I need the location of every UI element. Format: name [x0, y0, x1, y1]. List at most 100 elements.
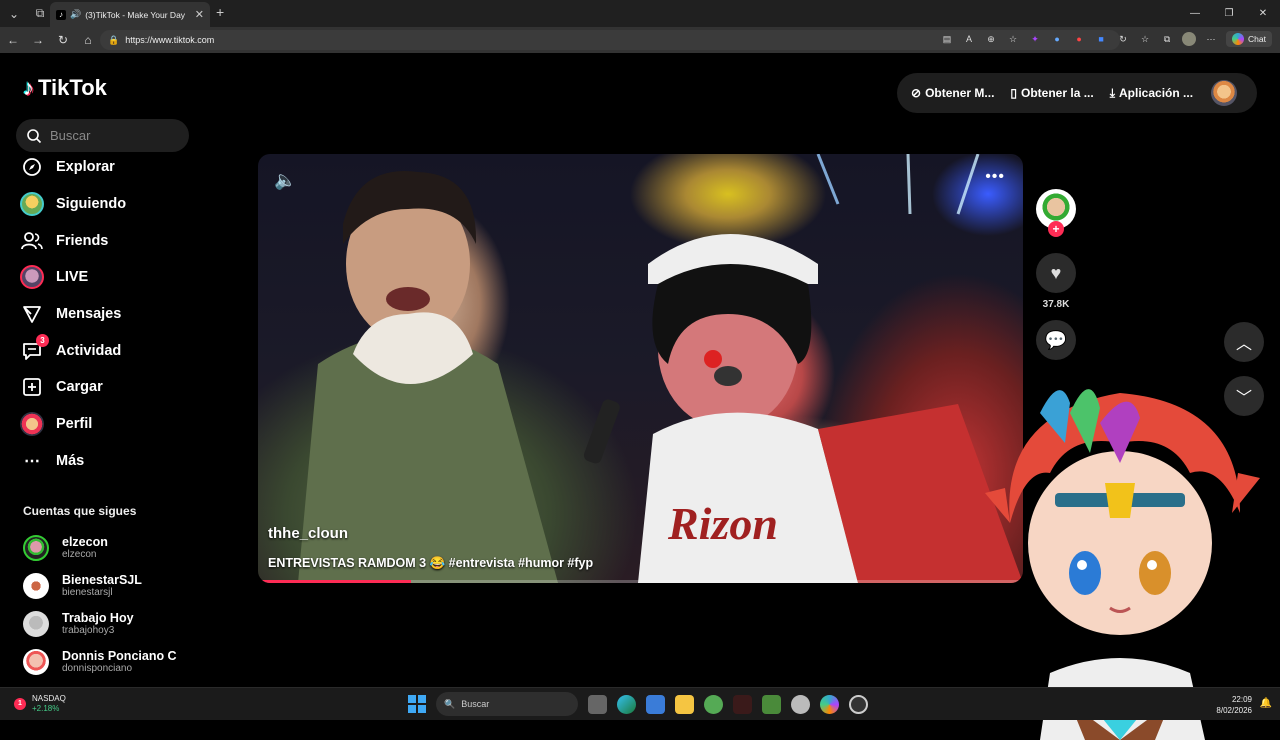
- sidebar-item-label: Mensajes: [56, 306, 122, 323]
- taskbar-clock[interactable]: 22:09 8/02/2026: [1216, 694, 1252, 716]
- clock-time: 22:09: [1231, 695, 1252, 704]
- sidebar-nav: Explorar Siguiendo Friends LIVE Mensajes…: [20, 149, 126, 479]
- sidebar-item-label: LIVE: [56, 269, 89, 286]
- file-explorer-icon[interactable]: [675, 694, 694, 714]
- sidebar-item-label: Cargar: [56, 379, 103, 396]
- previous-video-button[interactable]: ︿: [1224, 322, 1264, 362]
- video-author[interactable]: thhe_cloun: [268, 525, 348, 542]
- sidebar-item-perfil[interactable]: Perfil: [20, 406, 126, 443]
- browser-tab[interactable]: ♪ 🔊 (3)TikTok - Make Your Day ✕: [50, 2, 210, 27]
- store-icon[interactable]: [646, 694, 665, 714]
- new-tab-button[interactable]: +: [216, 4, 224, 20]
- profile-avatar[interactable]: [1182, 32, 1197, 46]
- close-tab-icon[interactable]: ✕: [195, 8, 204, 21]
- workspaces-icon[interactable]: ⧉: [28, 2, 52, 26]
- more-options-icon[interactable]: •••: [985, 168, 1005, 186]
- reader-icon[interactable]: ▤: [940, 32, 954, 46]
- vtuber-avatar-overlay: [985, 389, 1260, 740]
- clock-date: 8/02/2026: [1216, 706, 1252, 715]
- refresh-ext-icon[interactable]: ↻: [1116, 32, 1130, 46]
- inbox-icon: 3: [20, 333, 49, 363]
- account-item[interactable]: Trabajo Hoy trabajohoy3: [23, 605, 177, 643]
- extension-blue-icon[interactable]: ●: [1050, 32, 1064, 46]
- account-name: Donnis Ponciano C: [62, 649, 177, 663]
- account-name: elzecon: [62, 535, 108, 549]
- taskbar-search[interactable]: 🔍 Buscar: [436, 692, 578, 716]
- task-view-icon[interactable]: [588, 694, 607, 714]
- sidebar-item-actividad[interactable]: 3 Actividad: [20, 332, 126, 369]
- obs-icon[interactable]: [849, 694, 868, 714]
- account-username: trabajohoy3: [62, 625, 115, 636]
- stock-badge: 1: [14, 698, 26, 710]
- xbox-icon[interactable]: [704, 694, 723, 714]
- phone-icon: ▯: [1010, 86, 1018, 100]
- sidebar-item-mensajes[interactable]: Mensajes: [20, 296, 126, 333]
- stock-change: +2.18%: [32, 704, 60, 713]
- video-player[interactable]: Rizon 🔈 ••• thhe_cloun ENTREVISTAS RAMDO…: [258, 154, 1023, 583]
- get-app-button[interactable]: ▯ Obtener la ...: [1010, 86, 1093, 100]
- search-box: [16, 119, 189, 152]
- video-actions: + ♥ 37.8K 💬: [1036, 189, 1076, 360]
- app-m-icon[interactable]: [733, 694, 752, 714]
- account-item[interactable]: Donnis Ponciano Cdonnisponciano: [23, 643, 177, 681]
- start-button-windows-icon[interactable]: [408, 695, 426, 713]
- account-item[interactable]: elzecon elzecon: [23, 529, 177, 567]
- tab-actions-icon[interactable]: ⌄: [2, 2, 26, 26]
- sidebar-item-cargar[interactable]: Cargar: [20, 369, 126, 406]
- reload-icon[interactable]: ↻: [51, 33, 75, 47]
- tiktok-logo[interactable]: ♪ TikTok: [23, 75, 107, 101]
- sidebar-item-mas[interactable]: ⋯ Más: [20, 443, 126, 480]
- top-actions-bar: ⊘ Obtener M... ▯ Obtener la ... ⤓ Aplicació…: [897, 73, 1257, 113]
- window-controls: — ❐ ✕: [1178, 0, 1280, 27]
- speaker-icon[interactable]: 🔊: [70, 9, 81, 20]
- sidebar-item-siguiendo[interactable]: Siguiendo: [20, 186, 126, 223]
- notification-bell-icon[interactable]: 🔔: [1260, 698, 1272, 709]
- extension-purple-icon[interactable]: ✦: [1028, 32, 1042, 46]
- close-window-icon[interactable]: ✕: [1246, 0, 1280, 27]
- get-coins-button[interactable]: ⊘ Obtener M...: [911, 86, 994, 100]
- like-button[interactable]: ♥: [1036, 253, 1076, 293]
- extension-red-icon[interactable]: ●: [1072, 32, 1086, 46]
- account-item[interactable]: BienestarSJL bienestarsjl: [23, 567, 177, 605]
- copilot-chat-button[interactable]: Chat: [1226, 31, 1272, 47]
- video-progress-fill: [258, 580, 411, 583]
- search-input[interactable]: [50, 128, 170, 143]
- volume-icon[interactable]: 🔈: [274, 170, 296, 191]
- more-icon[interactable]: ⋯: [1204, 32, 1218, 46]
- back-icon[interactable]: ←: [1, 33, 25, 47]
- forward-icon[interactable]: →: [26, 33, 50, 47]
- sidebar-item-live[interactable]: LIVE: [20, 259, 126, 296]
- edge-icon[interactable]: [617, 694, 636, 714]
- send-icon: [20, 302, 44, 326]
- heart-icon: ♥: [1050, 262, 1062, 283]
- restore-icon[interactable]: ❐: [1212, 0, 1246, 27]
- desktop-app-button[interactable]: ⤓ Aplicación ...: [1110, 86, 1193, 101]
- account-name: BienestarSJL: [62, 573, 142, 587]
- minecraft-icon[interactable]: [762, 694, 781, 714]
- follow-plus-icon[interactable]: +: [1048, 221, 1064, 237]
- creator-avatar[interactable]: +: [1036, 189, 1076, 237]
- copilot-icon[interactable]: [820, 694, 839, 714]
- video-progress-bar[interactable]: [258, 580, 1023, 583]
- sidebar-item-explorar[interactable]: Explorar: [20, 149, 126, 186]
- stock-widget[interactable]: 1 NASDAQ +2.18%: [14, 694, 66, 714]
- home-icon[interactable]: ⌂: [76, 33, 100, 47]
- minimize-icon[interactable]: —: [1178, 0, 1212, 27]
- translate-icon[interactable]: A: [962, 32, 976, 46]
- avatar: [23, 573, 49, 599]
- chat-app-icon[interactable]: [791, 694, 810, 714]
- extension-translate-icon[interactable]: ■: [1094, 32, 1108, 46]
- zoom-icon[interactable]: ⊕: [984, 32, 998, 46]
- sidebar-item-friends[interactable]: Friends: [20, 222, 126, 259]
- collections-icon[interactable]: ⧉: [1160, 32, 1174, 46]
- chevron-up-icon: ︿: [1235, 336, 1252, 353]
- avatar: [23, 611, 49, 637]
- taskbar-search-label: Buscar: [461, 699, 490, 709]
- favorites-icon[interactable]: ☆: [1138, 32, 1152, 46]
- account-name: Trabajo Hoy: [62, 611, 134, 625]
- svg-text:Rizon: Rizon: [667, 498, 778, 549]
- user-avatar[interactable]: [1211, 80, 1238, 106]
- comment-button[interactable]: 💬: [1036, 320, 1076, 360]
- following-accounts-title: Cuentas que sigues: [23, 504, 137, 518]
- favorite-star-icon[interactable]: ☆: [1006, 32, 1020, 46]
